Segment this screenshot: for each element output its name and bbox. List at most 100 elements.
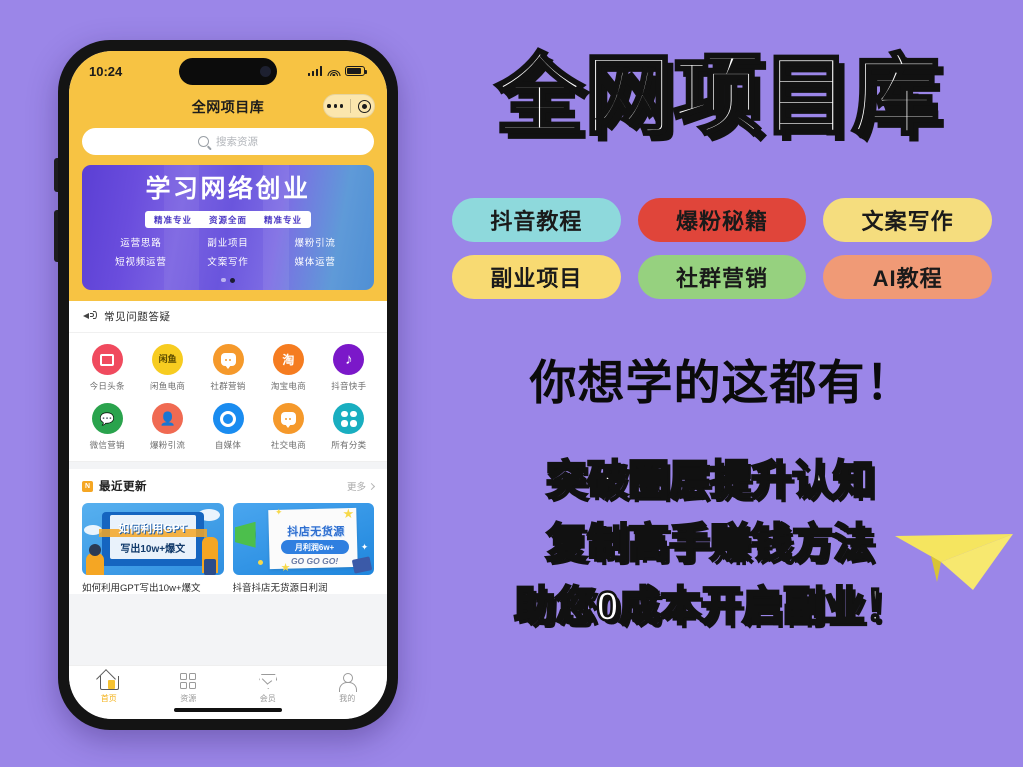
tag-pill-douyin[interactable]: 抖音教程: [452, 198, 621, 242]
recent-title: 最近更新: [99, 481, 147, 493]
battery-icon: [345, 66, 367, 76]
bottom-tab-bar: 首页 资源 会员 我的: [69, 665, 387, 719]
tag-pill-copywriting[interactable]: 文案写作: [823, 198, 992, 242]
miniprogram-capsule[interactable]: [323, 94, 375, 118]
card-thumbnail: 如何利用GPT 写出10w+爆文: [82, 503, 224, 575]
banner-topic-row: 运营思路 副业项目 爆粉引流: [98, 235, 358, 249]
category-item-fans[interactable]: 👤 爆粉引流: [137, 403, 197, 451]
banner-feature: 精准专业: [153, 214, 192, 225]
tab-vip[interactable]: 会员: [228, 672, 308, 704]
more-label: 更多: [346, 482, 366, 493]
search-section: 搜索资源: [69, 125, 387, 165]
ring-icon: [212, 403, 244, 434]
recent-card[interactable]: 如何利用GPT 写出10w+爆文 如何利用GPT写出10w+爆文: [82, 503, 224, 594]
category-row: 今日头条 闲鱼 闲鱼电商 社群营销 淘 淘宝电商 ♪ 抖音快手: [77, 344, 379, 392]
wechat-icon: 💬: [91, 403, 123, 434]
search-placeholder: 搜索资源: [216, 136, 258, 148]
news-icon: [91, 344, 123, 375]
category-item-xianyu[interactable]: 闲鱼 闲鱼电商: [137, 344, 197, 392]
category-item-wechat[interactable]: 💬 微信营销: [77, 403, 137, 451]
app-header: 全网项目库: [69, 91, 387, 125]
category-item-community[interactable]: 社群营销: [198, 344, 258, 392]
category-item-douyin[interactable]: ♪ 抖音快手: [319, 344, 379, 392]
taobao-icon: 淘: [272, 344, 304, 375]
poster-slogan: 你想学的这都有！: [529, 356, 914, 409]
thumb-line-2: 写出10w+爆文: [120, 544, 186, 556]
status-time: 10:24: [89, 63, 123, 79]
category-label: 自媒体: [214, 440, 242, 450]
category-row: 💬 微信营销 👤 爆粉引流 自媒体 社交电商 所有分类: [77, 403, 379, 451]
home-icon: [99, 672, 120, 690]
tab-profile[interactable]: 我的: [308, 672, 388, 704]
banner-topic: 爆粉引流: [294, 238, 336, 249]
tag-pill-ai[interactable]: AI教程: [823, 255, 992, 299]
category-item-toutiao[interactable]: 今日头条: [77, 344, 137, 392]
new-badge-icon: N: [82, 480, 93, 492]
poster-tag-list: 抖音教程 爆粉秘籍 文案写作 副业项目 社群营销 AI教程: [452, 198, 992, 299]
home-indicator: [174, 707, 282, 712]
more-link[interactable]: 更多: [346, 479, 376, 493]
chevron-right-icon: [367, 482, 376, 490]
banner-feature: 精准专业: [264, 214, 303, 225]
carousel-dots[interactable]: [221, 277, 235, 283]
category-item-all[interactable]: 所有分类: [319, 403, 379, 451]
banner-topic-rows: 运营思路 副业项目 爆粉引流 短视频运营 文案写作 媒体运营: [82, 235, 374, 273]
banner-section: 学习网络创业 精准专业 资源全面 精准专业 运营思路 副业项目 爆粉引流 短视频…: [69, 165, 387, 301]
status-bar: 10:24: [69, 51, 387, 91]
wifi-icon: [327, 66, 340, 76]
chat-icon: [212, 344, 244, 375]
chat-icon: [272, 403, 304, 434]
recent-section: N 最近更新 更多 如何利用GPT 写出10w+爆文 如何利用GPT写出10w+…: [69, 469, 387, 594]
category-label: 闲鱼电商: [150, 381, 186, 391]
tab-label: 首页: [100, 694, 117, 703]
card-thumbnail: ★ ✦ ★ ✦ 抖店无货源 月利润6w+ GO GO GO!: [232, 503, 374, 575]
tag-pill-fans[interactable]: 爆粉秘籍: [637, 198, 807, 242]
banner-topic: 副业项目: [207, 238, 249, 249]
category-item-social[interactable]: 社交电商: [258, 403, 318, 451]
thumb-line-1: 抖店无货源: [287, 526, 345, 539]
notice-bar[interactable]: 常见问题答疑: [69, 301, 387, 333]
more-dots-icon[interactable]: [327, 104, 344, 108]
tab-label: 资源: [180, 694, 197, 703]
paper-plane-icon: [895, 534, 1013, 590]
thumb-line-2: 月利润6w+: [280, 540, 349, 555]
thumb-line-1: 如何利用GPT: [118, 523, 188, 536]
person-plus-icon: 👤: [152, 403, 184, 434]
dynamic-island: [179, 58, 277, 85]
category-label: 今日头条: [89, 381, 125, 391]
close-target-icon[interactable]: [357, 99, 371, 113]
douyin-icon: ♪: [333, 344, 365, 375]
card-caption: 如何利用GPT写出10w+爆文: [82, 583, 201, 594]
recent-header: N 最近更新 更多: [82, 478, 376, 494]
recent-title-group: N 最近更新: [82, 478, 147, 494]
banner-topic: 运营思路: [120, 238, 162, 249]
category-label: 爆粉引流: [150, 440, 186, 450]
banner-feature-strip: 精准专业 资源全面 精准专业: [144, 211, 312, 228]
person-icon: [338, 672, 358, 692]
tab-label: 会员: [259, 694, 276, 703]
search-input[interactable]: 搜索资源: [82, 128, 374, 155]
search-icon: [198, 136, 209, 147]
carousel-dot[interactable]: [221, 277, 226, 282]
tab-resources[interactable]: 资源: [149, 672, 229, 704]
tag-pill-community[interactable]: 社群营销: [637, 255, 807, 299]
recent-card[interactable]: ★ ✦ ★ ✦ 抖店无货源 月利润6w+ GO GO GO! 抖音抖店无货源日利润: [232, 503, 374, 594]
category-label: 淘宝电商: [270, 381, 307, 391]
tab-home[interactable]: 首页: [69, 672, 149, 704]
clover-icon: [333, 403, 365, 434]
category-grid: 今日头条 闲鱼 闲鱼电商 社群营销 淘 淘宝电商 ♪ 抖音快手 💬 微信营销 👤…: [69, 333, 387, 462]
category-item-taobao[interactable]: 淘 淘宝电商: [258, 344, 318, 392]
poster-main-title: 全网项目库: [494, 46, 941, 145]
poster-panel: 全网项目库 抖音教程 爆粉秘籍 文案写作 副业项目 社群营销 AI教程 你想学的…: [420, 0, 1023, 767]
carousel-dot-active[interactable]: [229, 277, 235, 283]
banner-topic: 文案写作: [207, 257, 249, 268]
promo-banner[interactable]: 学习网络创业 精准专业 资源全面 精准专业 运营思路 副业项目 爆粉引流 短视频…: [82, 165, 374, 290]
category-item-media[interactable]: 自媒体: [198, 403, 258, 451]
category-label: 所有分类: [331, 440, 367, 450]
tag-pill-sideproject[interactable]: 副业项目: [452, 255, 621, 299]
cellular-signal-icon: [307, 66, 322, 76]
banner-title: 学习网络创业: [145, 175, 311, 203]
banner-topic: 短视频运营: [115, 257, 167, 268]
status-indicators: [307, 66, 367, 76]
phone-screen: 10:24 全网项目库 搜索资源 学习网络创业 精准专业 资源全面 精准专业 运…: [69, 51, 387, 719]
